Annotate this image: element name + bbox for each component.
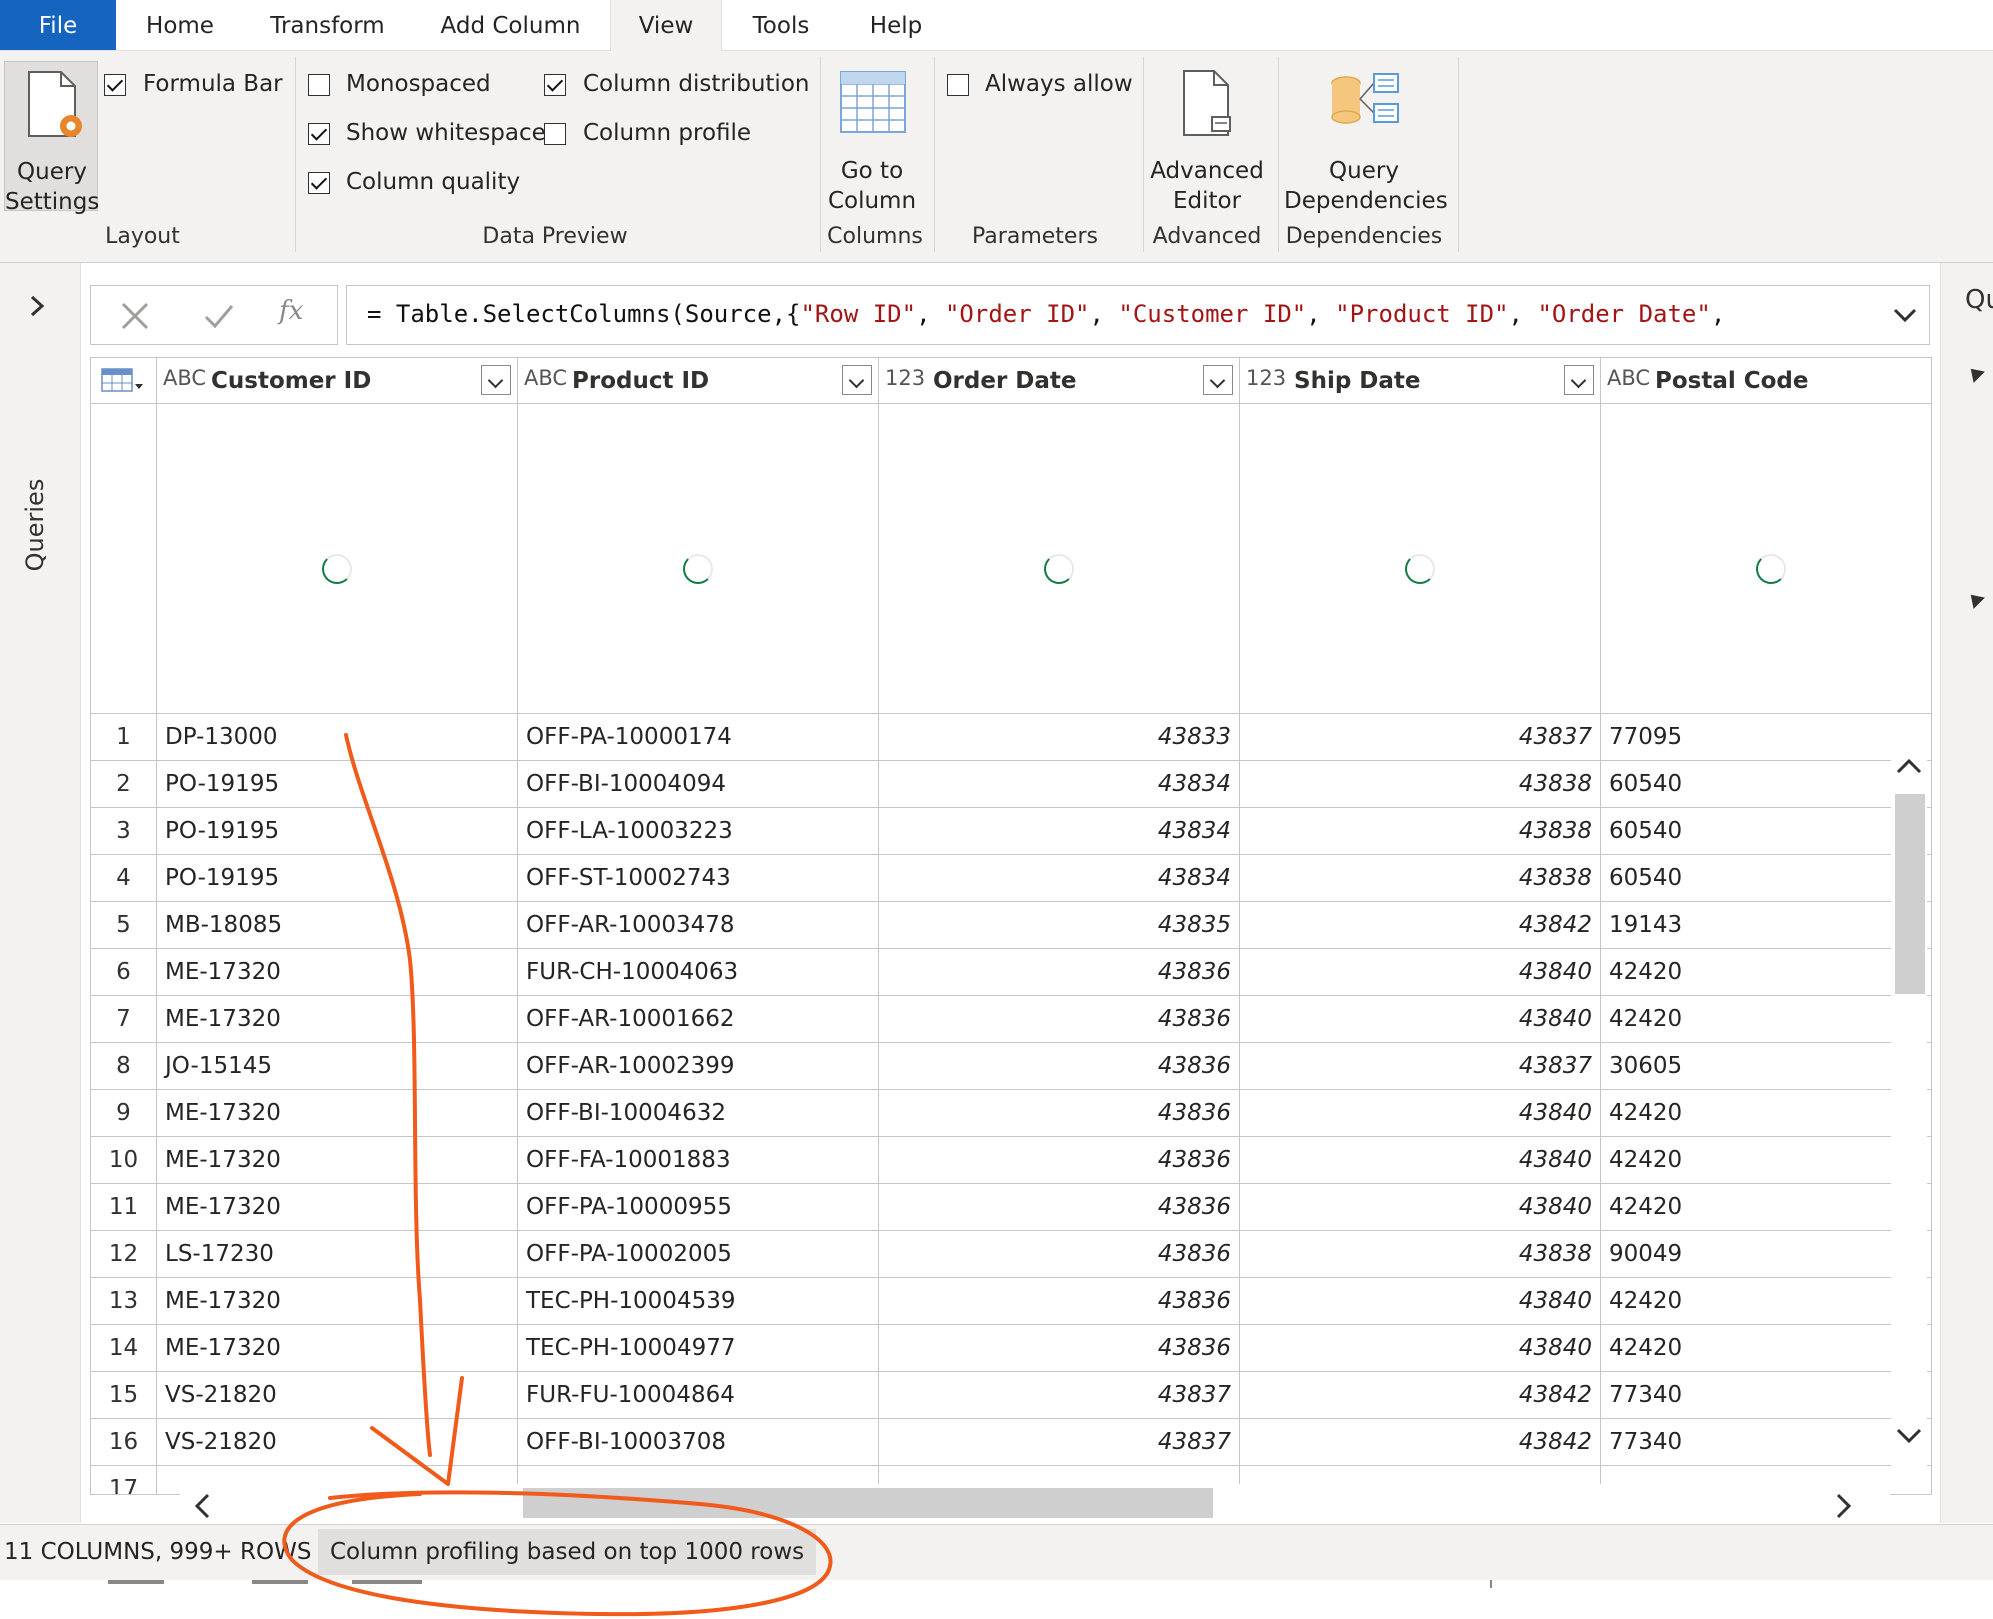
annotation-arrowhead [370, 1376, 464, 1486]
annotation-circle [282, 1490, 833, 1617]
annotation-overlay [282, 733, 833, 1617]
annotation-arrow [344, 733, 432, 1457]
